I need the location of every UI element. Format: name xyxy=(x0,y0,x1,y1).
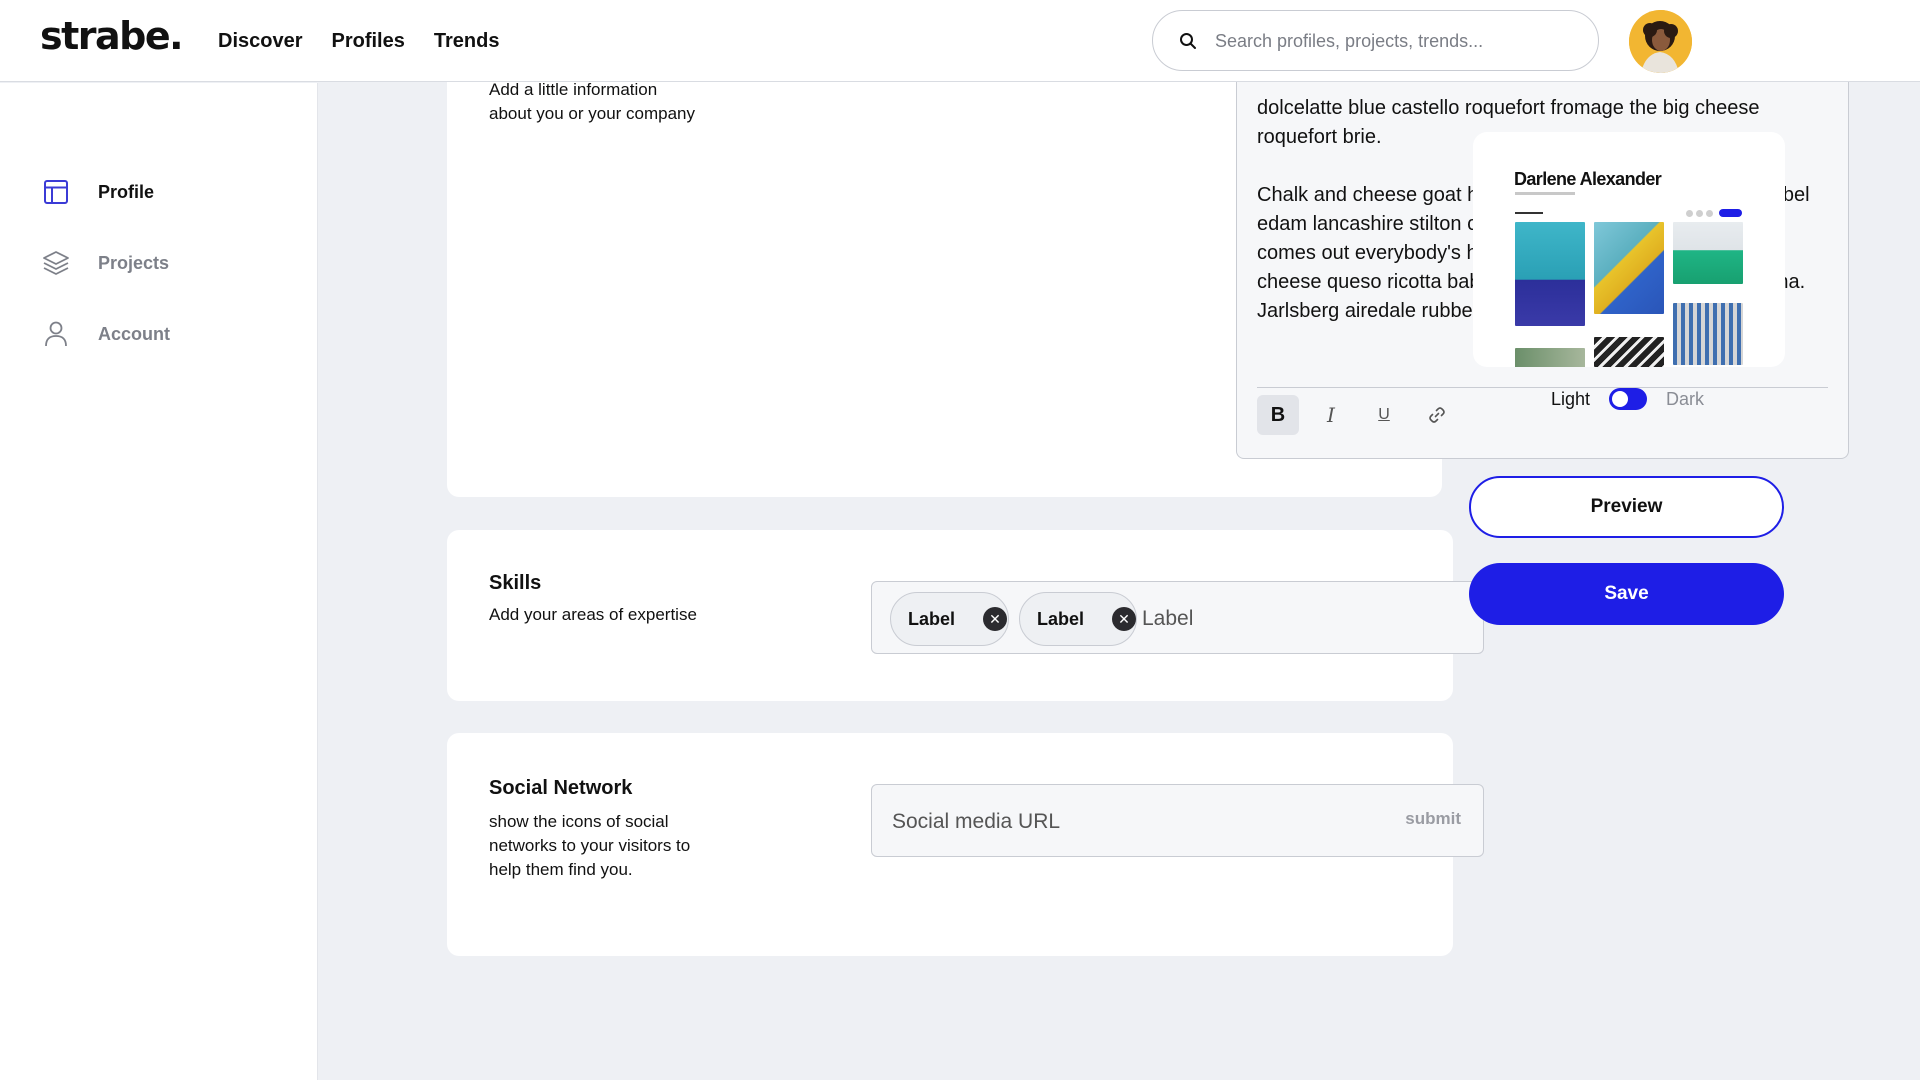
social-description: show the icons of social networks to you… xyxy=(489,812,691,879)
skills-description: Add your areas of expertise xyxy=(489,605,697,624)
sidebar-item-label: Account xyxy=(98,323,170,344)
search-icon xyxy=(1180,33,1196,49)
settings-sidebar: Profile Projects Account xyxy=(0,83,318,1080)
social-network-card: Social Network show the icons of social … xyxy=(447,733,1484,956)
about-description: Add a little information about you or yo… xyxy=(489,80,696,123)
preview-image xyxy=(1673,222,1743,284)
preview-image xyxy=(1515,222,1585,326)
skill-tag[interactable]: Label ✕ xyxy=(1019,592,1137,646)
skill-tag-label: Label xyxy=(908,608,956,629)
avatar-image xyxy=(1629,10,1692,73)
about-card: Add a little information about you or yo… xyxy=(447,12,1849,497)
submit-button[interactable]: submit xyxy=(1405,809,1461,829)
preview-mini-button xyxy=(1719,209,1742,217)
preview-image xyxy=(1594,337,1664,367)
top-navigation-bar: strabe. Discover Profiles Trends xyxy=(0,0,1920,82)
skill-tag[interactable]: Label ✕ xyxy=(890,592,1009,646)
search-bar[interactable] xyxy=(1152,10,1599,71)
preview-button[interactable]: Preview xyxy=(1469,476,1784,538)
toggle-knob xyxy=(1612,391,1629,407)
social-url-field[interactable]: submit xyxy=(871,784,1484,857)
social-title: Social Network xyxy=(489,777,633,799)
layers-icon xyxy=(42,249,70,277)
sidebar-item-label: Profile xyxy=(98,181,155,202)
nav-profiles-link[interactable]: Profiles xyxy=(332,30,405,53)
preview-image xyxy=(1515,348,1585,367)
skills-title: Skills xyxy=(489,572,542,594)
save-button[interactable]: Save xyxy=(1469,563,1784,625)
remove-tag-icon[interactable]: ✕ xyxy=(1112,607,1136,631)
sidebar-item-account[interactable]: Account xyxy=(42,318,170,350)
skills-card: Skills Add your areas of expertise Label… xyxy=(447,530,1484,701)
sidebar-item-label: Projects xyxy=(98,252,170,273)
underline-button[interactable]: U xyxy=(1363,395,1405,435)
preview-image xyxy=(1594,222,1664,314)
preview-menu-line xyxy=(1515,212,1543,214)
user-icon xyxy=(42,320,70,348)
preview-dots xyxy=(1686,210,1713,217)
social-label-block: Social Network show the icons of social … xyxy=(489,777,719,882)
search-input[interactable] xyxy=(1215,26,1575,56)
formatting-toolbar: B I U xyxy=(1257,395,1458,435)
nav-discover-link[interactable]: Discover xyxy=(218,30,303,53)
preview-image xyxy=(1673,303,1743,365)
bold-button[interactable]: B xyxy=(1257,395,1299,435)
editor-divider xyxy=(1257,387,1828,388)
social-url-input[interactable] xyxy=(892,808,1372,836)
theme-dark-label: Dark xyxy=(1666,388,1705,409)
layout-icon xyxy=(42,178,70,206)
theme-switch-row: Light Dark xyxy=(1551,388,1704,410)
avatar[interactable] xyxy=(1629,10,1692,73)
profile-preview-thumbnail[interactable]: Darlene Alexander xyxy=(1473,132,1785,367)
preview-name: Darlene Alexander xyxy=(1514,169,1662,189)
sidebar-item-projects[interactable]: Projects xyxy=(42,247,169,279)
skills-label-block: Skills Add your areas of expertise xyxy=(489,572,699,627)
link-icon xyxy=(1429,407,1445,423)
sidebar-item-profile[interactable]: Profile xyxy=(42,176,154,208)
nav-trends-link[interactable]: Trends xyxy=(434,30,500,53)
skill-input[interactable] xyxy=(1142,606,1462,632)
italic-button[interactable]: I xyxy=(1310,395,1352,435)
main-nav: Discover Profiles Trends xyxy=(218,30,499,53)
link-button[interactable] xyxy=(1416,395,1458,435)
brand-logo[interactable]: strabe. xyxy=(40,14,184,58)
skills-tag-input[interactable]: Label ✕ Label ✕ xyxy=(871,581,1484,654)
skill-tag-label: Label xyxy=(1037,608,1085,629)
preview-subtitle-line xyxy=(1515,192,1575,195)
theme-toggle[interactable] xyxy=(1609,388,1648,410)
remove-tag-icon[interactable]: ✕ xyxy=(983,607,1008,631)
theme-light-label: Light xyxy=(1551,388,1591,409)
